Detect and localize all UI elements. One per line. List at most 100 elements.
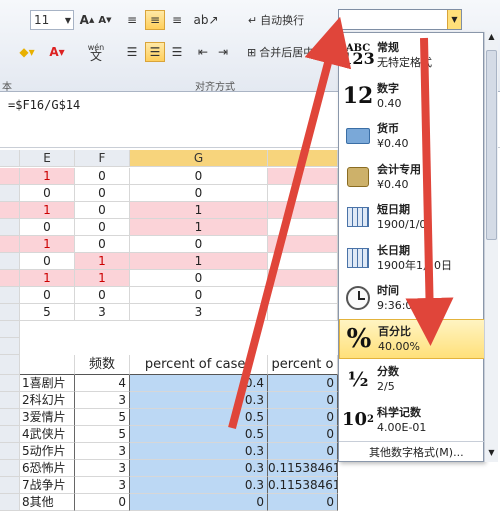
data-cell[interactable]: 3 (75, 392, 130, 409)
menu-item-8[interactable]: ½ 分数 2/5 (339, 359, 485, 399)
menu-item-4[interactable]: 短日期 1900/1/0 (339, 197, 485, 237)
align-left-button[interactable]: ☰ (123, 42, 141, 62)
row-header[interactable] (0, 236, 20, 253)
merge-center-button[interactable]: ⊞ 合并后居中 (243, 42, 325, 62)
align-middle-button[interactable]: ≡ (145, 10, 165, 30)
table-header-cell[interactable] (20, 355, 75, 375)
data-cell[interactable]: 0.3 (130, 460, 268, 477)
menu-item-1[interactable]: 12 数字 0.40 (339, 76, 485, 116)
align-center-button[interactable]: ☰ (145, 42, 165, 62)
data-cell[interactable]: 0 (268, 409, 338, 426)
row-header[interactable] (0, 355, 20, 375)
data-cell[interactable]: 1 (130, 219, 268, 236)
align-right-button[interactable]: ☰ (168, 42, 186, 62)
data-cell[interactable]: 0 (130, 270, 268, 287)
data-cell[interactable]: 0 (268, 375, 338, 392)
data-cell[interactable]: 0 (20, 253, 75, 270)
data-cell[interactable]: 0.115384615 (268, 460, 338, 477)
mid-value[interactable] (130, 338, 268, 355)
category-label[interactable]: 7战争片 (20, 477, 75, 494)
menu-item-2[interactable]: 货币 ¥0.40 (339, 116, 485, 156)
row-header[interactable] (0, 338, 20, 355)
row-header[interactable] (0, 409, 20, 426)
category-label[interactable]: 5动作片 (20, 443, 75, 460)
category-label[interactable]: 1喜剧片 (20, 375, 75, 392)
data-cell[interactable]: 1 (130, 253, 268, 270)
data-cell[interactable]: 0 (268, 392, 338, 409)
data-cell[interactable]: 0.5 (130, 409, 268, 426)
row-header[interactable] (0, 219, 20, 236)
data-cell[interactable] (268, 168, 338, 185)
grow-font-button[interactable]: A ▲ (78, 10, 96, 30)
scroll-up-button[interactable]: ▲ (485, 32, 498, 46)
menu-item-7[interactable]: % 百分比 40.00% (339, 318, 485, 359)
row-header[interactable] (0, 287, 20, 304)
data-cell[interactable]: 0 (268, 494, 338, 511)
row-header[interactable] (0, 392, 20, 409)
row-header-corner[interactable] (0, 150, 20, 167)
wrap-text-button[interactable]: ↵ 自动换行 (243, 10, 309, 30)
data-cell[interactable]: 0 (75, 185, 130, 202)
column-header-G[interactable]: G (130, 150, 268, 167)
data-cell[interactable]: 5 (75, 426, 130, 443)
data-cell[interactable] (268, 287, 338, 304)
data-cell[interactable]: 0 (75, 287, 130, 304)
font-size-box[interactable]: 11 ▼ (30, 10, 74, 30)
menu-item-5[interactable]: 长日期 1900年1月0日 (339, 238, 485, 278)
menu-scrollbar[interactable]: ▲ ▼ (484, 32, 498, 462)
orientation-button[interactable]: ab↗ (193, 10, 218, 30)
column-header-F[interactable]: F (75, 150, 130, 167)
row-header[interactable] (0, 426, 20, 443)
menu-item-9[interactable]: 10 2 科学记数 4.00E-01 (339, 400, 485, 440)
data-cell[interactable]: 1 (75, 253, 130, 270)
align-bottom-button[interactable]: ≡ (168, 10, 186, 30)
table-header-cell[interactable]: percent of cases (130, 355, 268, 375)
data-cell[interactable]: 1 (20, 202, 75, 219)
category-label[interactable]: 4武侠片 (20, 426, 75, 443)
row-header[interactable] (0, 253, 20, 270)
number-format-dropdown[interactable]: ▼ (338, 9, 462, 30)
row-header[interactable] (0, 270, 20, 287)
chevron-down-icon[interactable]: ▼ (447, 10, 461, 29)
data-cell[interactable]: 3 (75, 460, 130, 477)
data-cell[interactable]: 4 (75, 375, 130, 392)
data-cell[interactable]: 1 (75, 270, 130, 287)
category-label[interactable]: 2科幻片 (20, 392, 75, 409)
row-header[interactable] (0, 168, 20, 185)
data-cell[interactable]: 0 (20, 287, 75, 304)
table-header-cell[interactable]: 频数 (75, 355, 130, 375)
data-cell[interactable]: 0.11538461 (268, 477, 338, 494)
data-cell[interactable]: 1 (20, 270, 75, 287)
more-number-formats-link[interactable]: 其他数字格式(M)... (369, 444, 464, 460)
table-header-cell[interactable]: percent o (268, 355, 338, 375)
data-cell[interactable]: 3 (75, 477, 130, 494)
data-cell[interactable]: 1 (20, 168, 75, 185)
row-header[interactable] (0, 304, 20, 321)
phonetic-button[interactable]: wén 文 (84, 40, 108, 64)
data-cell[interactable]: 0 (130, 185, 268, 202)
increase-indent-button[interactable]: ⇥ (214, 42, 232, 62)
data-cell[interactable]: 5 (75, 409, 130, 426)
data-cell[interactable]: 0 (130, 494, 268, 511)
column-header-E[interactable]: E (20, 150, 75, 167)
category-label[interactable]: 6恐怖片 (20, 460, 75, 477)
column-header-H[interactable] (268, 150, 338, 167)
fill-color-button[interactable]: ◆▾ (14, 42, 40, 62)
shrink-font-button[interactable]: A ▼ (96, 10, 114, 30)
data-cell[interactable]: 0.5 (130, 426, 268, 443)
data-cell[interactable]: 0 (268, 426, 338, 443)
data-cell[interactable]: 0 (75, 219, 130, 236)
data-cell[interactable]: 0 (20, 219, 75, 236)
data-cell[interactable] (268, 185, 338, 202)
row-header[interactable] (0, 185, 20, 202)
data-cell[interactable]: 0 (130, 168, 268, 185)
data-cell[interactable]: 0 (130, 287, 268, 304)
row-header[interactable] (0, 477, 20, 494)
category-label[interactable]: 3爱情片 (20, 409, 75, 426)
row-header[interactable] (0, 460, 20, 477)
data-cell[interactable]: 0 (75, 236, 130, 253)
data-cell[interactable]: 1 (20, 236, 75, 253)
menu-item-3[interactable]: 会计专用 ¥0.40 (339, 157, 485, 197)
data-cell[interactable] (268, 304, 338, 321)
row-header[interactable] (0, 321, 20, 338)
